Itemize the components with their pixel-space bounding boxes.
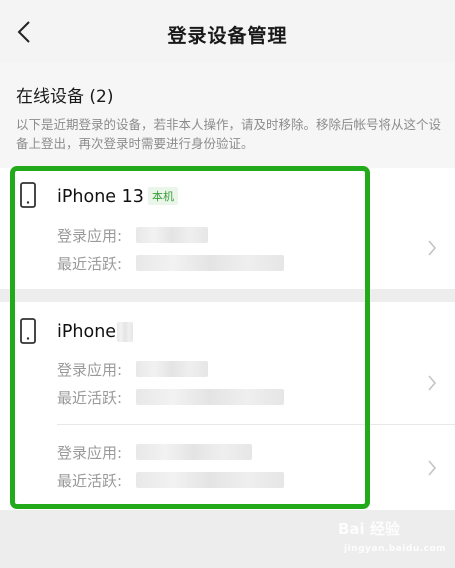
last-active-label: 最近活跃:: [57, 472, 123, 490]
section-title: 在线设备 (2): [16, 87, 114, 107]
chevron-right-icon: [428, 240, 437, 256]
login-app-label: 登录应用:: [57, 361, 123, 379]
nav-header: 登录设备管理: [0, 0, 455, 63]
redacted-time: [136, 255, 284, 271]
card-gap: [0, 289, 455, 302]
redacted-time: [136, 389, 284, 405]
last-active-label: 最近活跃:: [57, 255, 123, 273]
last-active-label: 最近活跃:: [57, 389, 123, 407]
watermark-url: jingyan.baidu.com: [344, 544, 447, 554]
chevron-right-icon: [428, 375, 437, 391]
watermark: Bai 经验 jingyan.baidu.com: [338, 518, 450, 564]
device-row-iphone[interactable]: iPhone 登录应用: 最近活跃:: [0, 302, 455, 424]
redacted-app: [136, 227, 208, 243]
device-name: iPhone 13: [57, 187, 144, 207]
online-devices-section: 在线设备 (2) 以下是近期登录的设备，若非本人操作，请及时移除。移除后帐号将从…: [0, 62, 455, 168]
section-description: 以下是近期登录的设备，若非本人操作，请及时移除。移除后帐号将从这个设备上登出，再…: [16, 117, 442, 151]
login-app-label: 登录应用:: [57, 227, 123, 245]
chevron-right-icon: [428, 460, 437, 476]
device-row-session[interactable]: 登录应用: 最近活跃:: [0, 425, 455, 510]
phone-icon: [20, 182, 36, 208]
redacted-time: [136, 472, 284, 488]
watermark-text: Bai 经验: [338, 520, 400, 538]
redacted-app: [136, 361, 208, 377]
login-app-label: 登录应用:: [57, 444, 123, 462]
redacted-model: [117, 322, 133, 342]
phone-icon: [20, 318, 36, 344]
device-row-current[interactable]: iPhone 13 本机 登录应用: 最近活跃:: [0, 168, 455, 289]
device-card: iPhone 13 本机 登录应用: 最近活跃:: [0, 168, 455, 289]
device-card: iPhone 登录应用: 最近活跃: 登录应用: 最近活跃:: [0, 302, 455, 510]
device-name: iPhone: [57, 322, 117, 342]
current-device-badge: 本机: [148, 187, 178, 205]
page-title: 登录设备管理: [167, 25, 288, 47]
redacted-app: [136, 444, 252, 460]
